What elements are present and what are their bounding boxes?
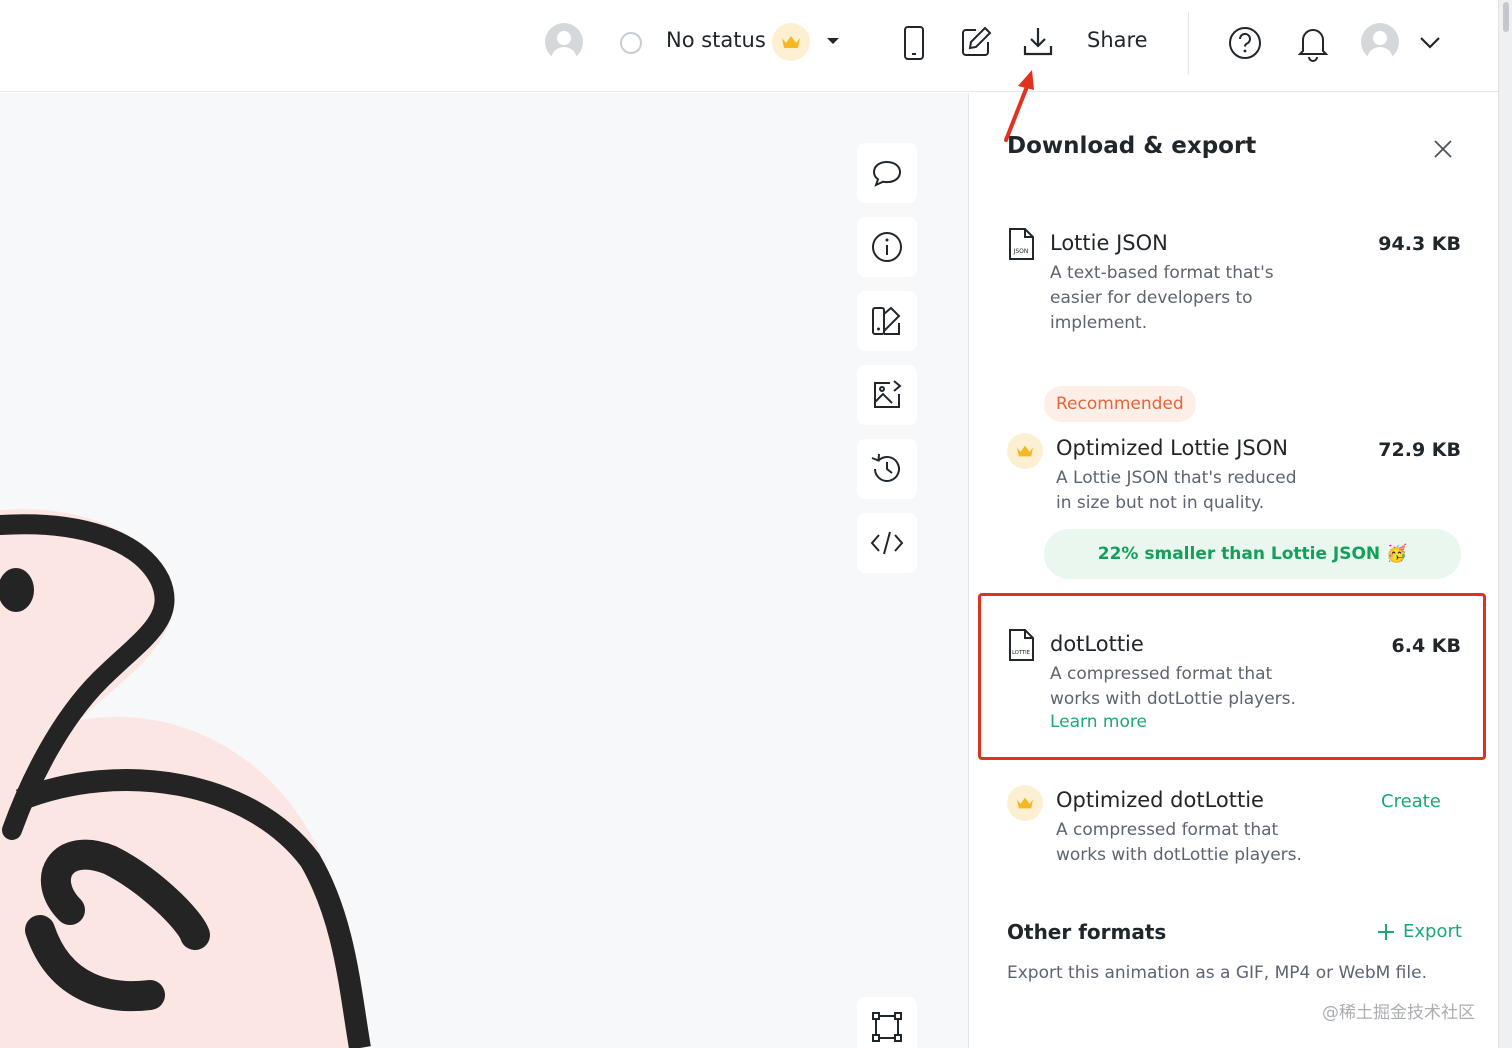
learn-more-link[interactable]: Learn more xyxy=(1050,712,1147,732)
option-title-dotlottie[interactable]: dotLottie xyxy=(1050,632,1144,656)
savings-badge: 22% smaller than Lottie JSON 🥳 xyxy=(1044,529,1461,579)
info-icon[interactable] xyxy=(857,217,917,277)
status-label[interactable]: No status xyxy=(666,28,766,52)
status-radio-icon[interactable] xyxy=(620,32,642,54)
option-desc-lottie-json: A text-based format that's easier for de… xyxy=(1050,263,1274,333)
plus-icon xyxy=(1378,923,1394,940)
scrollbar[interactable] xyxy=(1498,0,1512,1048)
caret-down-icon[interactable] xyxy=(826,36,840,46)
crown-icon xyxy=(1007,433,1043,469)
user-avatar-icon[interactable] xyxy=(545,23,583,61)
recommended-badge: Recommended xyxy=(1044,386,1196,422)
option-size-dotlottie: 6.4 KB xyxy=(1391,635,1461,657)
code-icon[interactable] xyxy=(857,513,917,573)
option-size-optimized-lottie-json: 72.9 KB xyxy=(1378,439,1461,461)
help-icon[interactable] xyxy=(1226,24,1264,62)
option-title-optimized-dotlottie[interactable]: Optimized dotLottie xyxy=(1056,788,1264,812)
other-formats-desc: Export this animation as a GIF, MP4 or W… xyxy=(1007,963,1427,983)
download-icon[interactable] xyxy=(1020,24,1056,60)
animation-canvas[interactable] xyxy=(0,93,968,1048)
option-desc-optimized-lottie-json: A Lottie JSON that's reduced in size but… xyxy=(1056,468,1297,513)
option-title-lottie-json[interactable]: Lottie JSON xyxy=(1050,231,1168,255)
option-size-lottie-json: 94.3 KB xyxy=(1378,233,1461,255)
export-button[interactable]: Export xyxy=(1377,921,1462,942)
frame-icon[interactable] xyxy=(857,997,917,1048)
mobile-preview-icon[interactable] xyxy=(900,25,928,61)
svg-text:JSON: JSON xyxy=(1013,248,1029,255)
edit-icon[interactable] xyxy=(958,24,994,60)
json-file-icon: JSON xyxy=(1007,227,1035,265)
download-export-panel: Download & export JSON Lottie JSON 94.3 … xyxy=(968,93,1498,1048)
export-label: Export xyxy=(1403,921,1462,942)
header-divider xyxy=(1188,12,1189,74)
option-title-optimized-lottie-json[interactable]: Optimized Lottie JSON xyxy=(1056,436,1288,460)
bell-icon[interactable] xyxy=(1296,24,1330,62)
account-avatar-icon[interactable] xyxy=(1361,23,1399,61)
history-icon[interactable] xyxy=(857,439,917,499)
image-edit-icon[interactable] xyxy=(857,365,917,425)
animation-preview xyxy=(0,509,371,1048)
panel-title: Download & export xyxy=(1007,133,1257,159)
option-desc-dotlottie: A compressed format that works with dotL… xyxy=(1050,664,1296,709)
create-link[interactable]: Create xyxy=(1381,791,1441,812)
crown-icon xyxy=(772,23,810,61)
watermark: @稀土掘金技术社区 xyxy=(1322,1003,1475,1023)
chevron-down-icon[interactable] xyxy=(1418,33,1442,53)
svg-text:LOTTIE: LOTTIE xyxy=(1012,650,1030,656)
top-bar: No status Share xyxy=(0,0,1498,92)
theme-icon[interactable] xyxy=(857,291,917,351)
other-formats-title: Other formats xyxy=(1007,920,1167,944)
option-desc-optimized-dotlottie: A compressed format that works with dotL… xyxy=(1056,820,1302,865)
share-button[interactable]: Share xyxy=(1087,28,1148,52)
comment-icon[interactable] xyxy=(857,143,917,203)
crown-icon xyxy=(1007,785,1043,821)
lottie-file-icon: LOTTIE xyxy=(1007,628,1035,666)
close-icon[interactable] xyxy=(1431,137,1455,161)
